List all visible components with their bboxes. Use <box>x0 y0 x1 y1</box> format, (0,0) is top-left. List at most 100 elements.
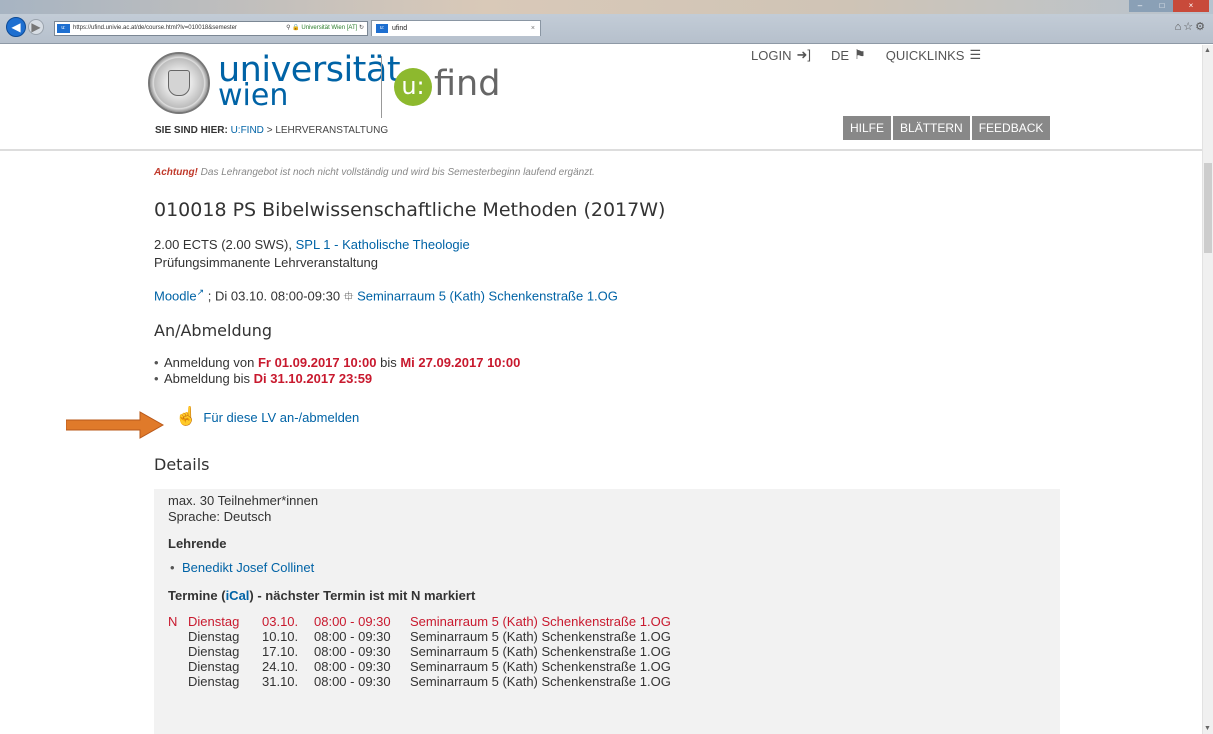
session-day: Dienstag <box>188 659 240 674</box>
gear-icon[interactable]: ⚙ <box>1195 21 1207 33</box>
details-body: max. 30 Teilnehmer*innen Sprache: Deutsc… <box>168 493 671 689</box>
session-day: Dienstag <box>188 674 240 689</box>
list-item: Anmeldung von Fr 01.09.2017 10:00 bis Mi… <box>154 355 520 371</box>
course-title: 010018 PS Bibelwissenschaftliche Methode… <box>154 199 666 221</box>
session-marker <box>168 644 188 659</box>
address-bar[interactable]: u: https://ufind.univie.ac.at/de/course.… <box>54 21 368 36</box>
session-date: 17.10. <box>262 644 299 659</box>
register-action[interactable]: ☝ Für diese LV an-/abmelden <box>175 407 359 425</box>
ical-link[interactable]: iCal <box>226 588 250 603</box>
quicklinks-link[interactable]: QUICKLINKS ☰ <box>886 47 981 63</box>
details-panel: max. 30 Teilnehmer*innen Sprache: Deutsc… <box>154 489 1060 734</box>
course-type: Prüfungsimmanente Lehrveranstaltung <box>154 255 379 270</box>
register-link[interactable]: Für diese LV an-/abmelden <box>203 410 359 425</box>
lock-icon[interactable]: 🔒 <box>292 25 299 31</box>
site-badge-icon: u: <box>57 24 70 33</box>
brand-line-2: wien <box>218 78 289 113</box>
login-link[interactable]: LOGIN ➜] <box>751 47 811 63</box>
language-link[interactable]: DE ⚑ <box>831 47 866 63</box>
maximize-icon[interactable]: □ <box>1151 0 1173 12</box>
address-site: Universität Wien [AT] <box>301 25 358 31</box>
back-button[interactable]: ◀ <box>6 17 26 37</box>
course-session-line: Moodle↗ ; Di 03.10. 08:00-09:30 ⯐ Semina… <box>154 287 618 309</box>
browser-toolbar-icons: ⌂☆⚙ <box>1175 20 1207 33</box>
scroll-down-icon[interactable]: ▼ <box>1204 725 1211 732</box>
table-row: Dienstag 31.10. 08:00 - 09:30 Seminarrau… <box>168 674 671 689</box>
moodle-link[interactable]: Moodle <box>154 288 197 303</box>
notice-message: Das Lehrangebot ist noch nicht vollständ… <box>197 167 595 178</box>
tab-close-icon[interactable]: × <box>531 21 535 36</box>
session-marker: N <box>168 614 178 629</box>
ufind-logo-icon: u: <box>394 68 432 106</box>
session-text: ; Di 03.10. 08:00-09:30 <box>204 288 344 304</box>
breadcrumb-prefix: SIE SIND HIER: <box>155 125 228 136</box>
session-marker <box>168 674 188 689</box>
list-item: Abmeldung bis Di 31.10.2017 23:59 <box>154 371 520 387</box>
hand-pointer-icon: ☝ <box>175 406 198 426</box>
favicon-icon: u: <box>376 24 388 33</box>
session-date: 10.10. <box>262 629 299 644</box>
session-date: 31.10. <box>262 674 299 689</box>
forward-button[interactable]: ▶ <box>28 19 44 35</box>
site-logo[interactable]: universität wien u: find <box>148 52 548 122</box>
session-room: Seminarraum 5 (Kath) Schenkenstraße 1.OG <box>410 629 671 644</box>
session-time: 08:00 - 09:30 <box>314 674 391 689</box>
course-language: Sprache: Deutsch <box>168 509 272 524</box>
session-time: 08:00 - 09:30 <box>314 644 391 659</box>
list-item: Benedikt Josef Collinet <box>168 560 671 576</box>
room-link[interactable]: Seminarraum 5 (Kath) Schenkenstraße 1.OG <box>357 288 618 303</box>
feedback-button[interactable]: FEEDBACK <box>971 116 1051 140</box>
scroll-up-icon[interactable]: ▲ <box>1204 47 1211 54</box>
teacher-link[interactable]: Benedikt Josef Collinet <box>182 560 314 575</box>
breadcrumb: SIE SIND HIER: U:FIND > LEHRVERANSTALTUN… <box>155 125 388 136</box>
top-links: LOGIN ➜] DE ⚑ QUICKLINKS ☰ <box>751 47 981 63</box>
window-titlebar <box>0 0 1213 14</box>
ufind-logo-text: find <box>434 64 501 104</box>
abmeldung-to: Di 31.10.2017 23:59 <box>253 371 373 386</box>
browser-chrome: – □ × ◀ ▶ u: https://ufind.univie.ac.at/… <box>0 0 1213 44</box>
window-controls: – □ × <box>1129 0 1209 12</box>
breadcrumb-separator: > <box>266 125 273 136</box>
close-window-icon[interactable]: × <box>1173 0 1209 12</box>
browse-button[interactable]: BLÄTTERN <box>893 116 972 140</box>
breadcrumb-home-link[interactable]: U:FIND <box>231 125 264 136</box>
abmeldung-prefix: Abmeldung bis <box>164 371 254 386</box>
home-icon[interactable]: ⌂ <box>1175 21 1184 33</box>
session-date: 24.10. <box>262 659 299 674</box>
star-icon[interactable]: ☆ <box>1183 21 1195 33</box>
minimize-icon[interactable]: – <box>1129 0 1151 12</box>
spl-link[interactable]: SPL 1 - Katholische Theologie <box>296 237 470 252</box>
header-button-bar: HILFE BLÄTTERN FEEDBACK <box>843 116 1051 140</box>
annotation-arrow-icon <box>66 411 164 439</box>
course-ects: 2.00 ECTS (2.00 SWS), <box>154 237 296 252</box>
termine-prefix: Termine ( <box>168 588 226 603</box>
login-icon: ➜] <box>796 47 811 62</box>
header-divider <box>0 149 1213 151</box>
registration-heading: An/Abmeldung <box>154 321 273 340</box>
termine-suffix: ) - nächster Termin ist mit N markiert <box>249 588 476 603</box>
refresh-icon[interactable]: ↻ <box>359 25 364 31</box>
location-icon: ⯐ <box>343 288 354 304</box>
table-row: Dienstag 10.10. 08:00 - 09:30 Seminarrau… <box>168 629 671 644</box>
session-room: Seminarraum 5 (Kath) Schenkenstraße 1.OG <box>410 659 671 674</box>
session-day: Dienstag <box>188 644 240 659</box>
page-scrollbar[interactable]: ▲ ▼ <box>1202 45 1213 734</box>
max-participants: max. 30 Teilnehmer*innen <box>168 493 319 508</box>
session-day: Dienstag <box>188 629 240 644</box>
university-seal-icon <box>148 52 210 114</box>
language-label: DE <box>830 47 850 63</box>
scrollbar-thumb[interactable] <box>1204 163 1212 253</box>
course-meta: 2.00 ECTS (2.00 SWS), SPL 1 - Katholisch… <box>154 236 470 272</box>
session-room: Seminarraum 5 (Kath) Schenkenstraße 1.OG <box>410 674 671 689</box>
session-room: Seminarraum 5 (Kath) Schenkenstraße 1.OG <box>410 644 671 659</box>
anmeldung-prefix: Anmeldung von <box>164 355 258 370</box>
help-button[interactable]: HILFE <box>843 116 894 140</box>
sessions-list: N Dienstag 03.10. 08:00 - 09:30 Seminarr… <box>168 614 671 689</box>
search-icon[interactable]: ⚲ <box>286 25 290 31</box>
anmeldung-mid: bis <box>376 355 401 370</box>
tab-title: ufind <box>392 25 408 32</box>
address-url: https://ufind.univie.ac.at/de/course.htm… <box>73 25 237 31</box>
arrow-left-icon: ◀ <box>11 20 21 34</box>
browser-tab[interactable]: u: ufind × <box>371 20 541 36</box>
table-row: N Dienstag 03.10. 08:00 - 09:30 Seminarr… <box>168 614 671 629</box>
